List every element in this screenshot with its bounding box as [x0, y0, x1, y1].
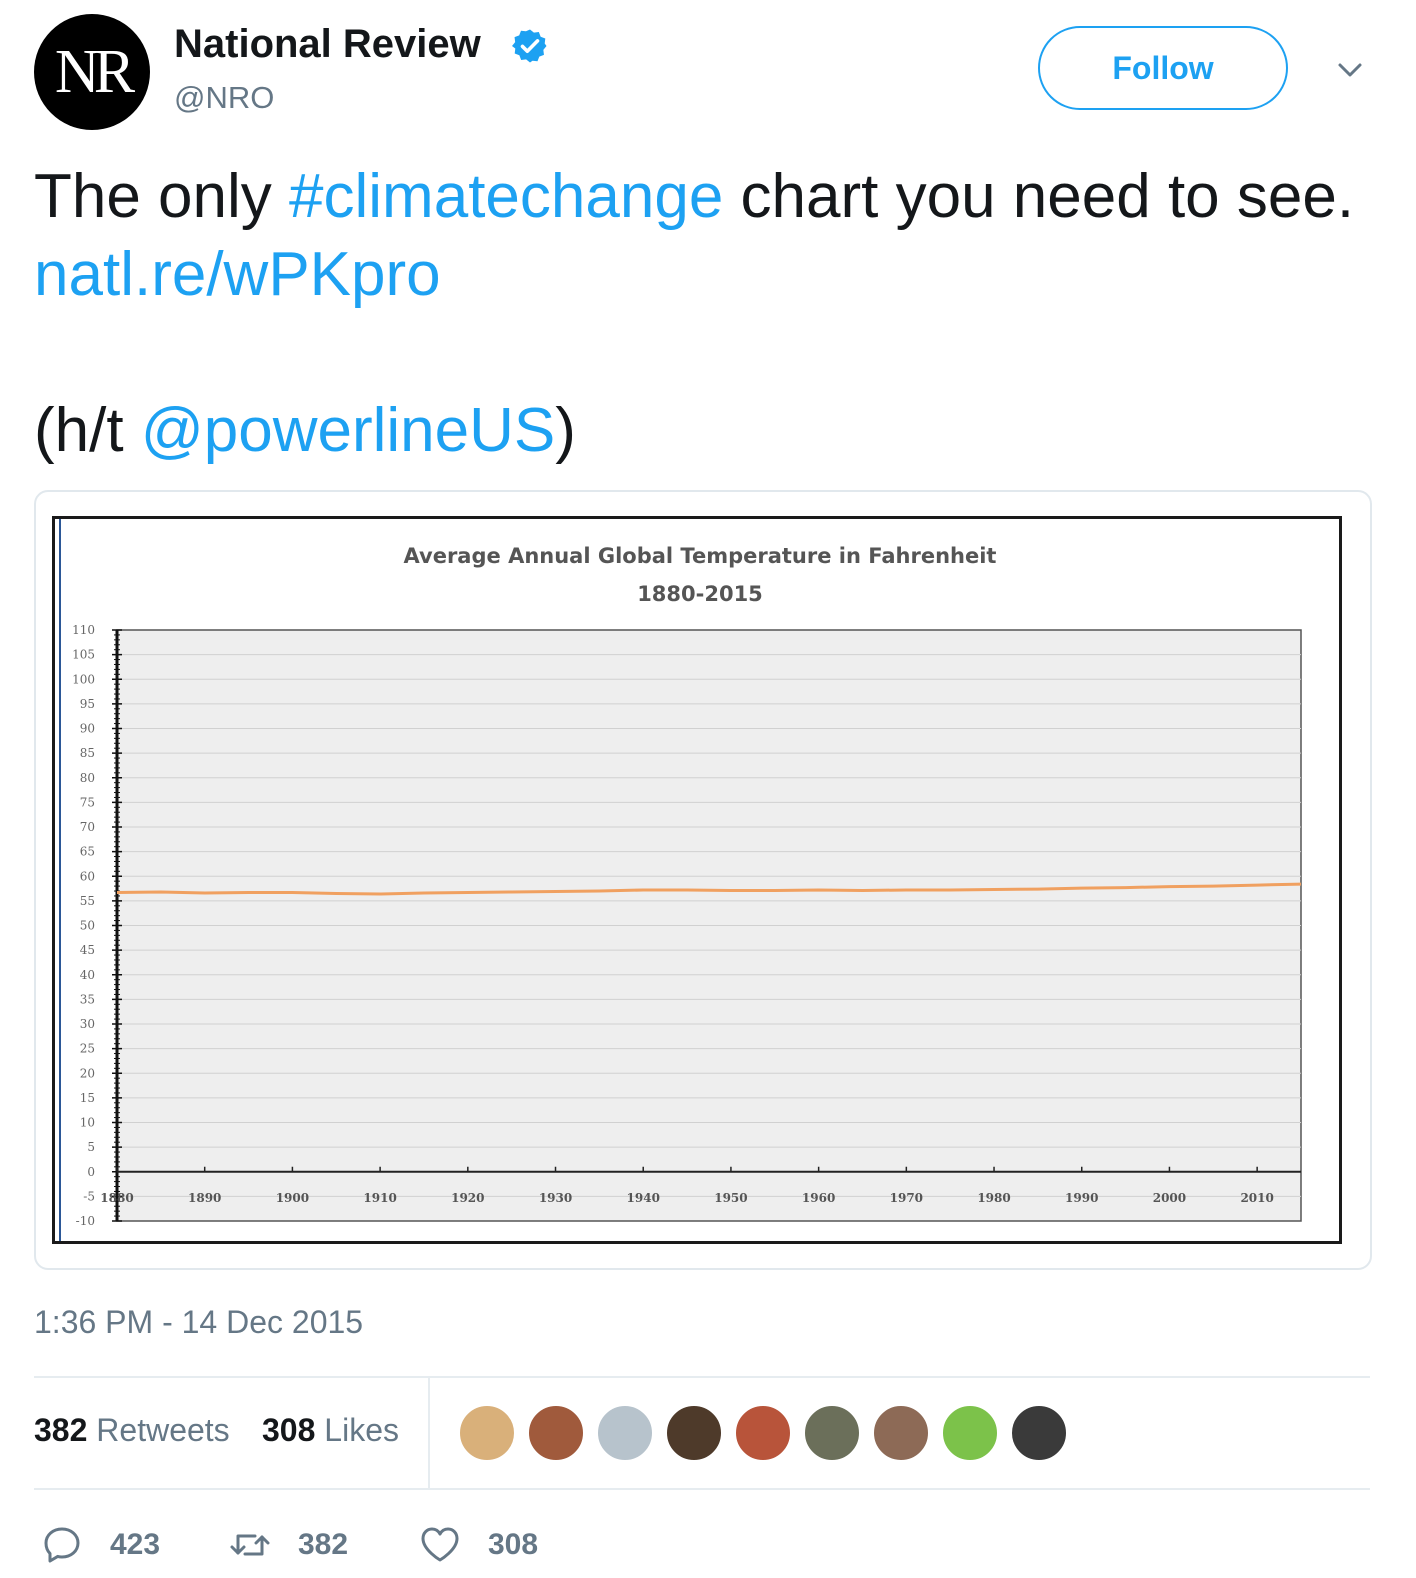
x-tick-label: 1920	[451, 1191, 484, 1205]
avatar-logo-text: NR	[54, 37, 135, 106]
x-tick-label: 1960	[802, 1191, 835, 1205]
y-tick-label: 35	[80, 992, 95, 1006]
divider	[428, 1378, 430, 1488]
retweets-stat[interactable]: 382 Retweets	[34, 1412, 230, 1449]
chart: Average Annual Global Temperature in Fah…	[72, 544, 1302, 1228]
y-tick-label: 50	[80, 919, 95, 933]
y-tick-label: 65	[80, 845, 95, 859]
tweet-text-part: chart you need to see.	[723, 162, 1355, 231]
liker-avatar-9[interactable]	[1010, 1404, 1068, 1462]
x-tick-label: 1940	[627, 1191, 660, 1205]
liker-avatar-2[interactable]	[527, 1404, 585, 1462]
liker-avatar-5[interactable]	[734, 1404, 792, 1462]
likes-stat[interactable]: 308 Likes	[262, 1412, 399, 1449]
y-tick-label: 30	[80, 1017, 95, 1031]
retweet-count: 382	[298, 1528, 349, 1561]
retweet-button[interactable]: 382	[228, 1522, 348, 1568]
chevron-down-icon[interactable]	[1334, 54, 1366, 86]
liker-avatar-6[interactable]	[803, 1404, 861, 1462]
y-tick-label: 95	[80, 697, 95, 711]
y-tick-label: 40	[80, 968, 95, 982]
x-tick-label: 1890	[188, 1191, 221, 1205]
user-handle[interactable]: @NRO	[174, 80, 274, 116]
retweets-count: 382	[34, 1412, 88, 1448]
likes-label: Likes	[324, 1412, 399, 1448]
like-button[interactable]: 308	[418, 1522, 538, 1568]
y-tick-label: 90	[80, 722, 95, 736]
y-tick-label: 110	[72, 623, 95, 637]
liker-avatar-3[interactable]	[596, 1404, 654, 1462]
x-tick-label: 1950	[714, 1191, 747, 1205]
liker-avatar-1[interactable]	[458, 1404, 516, 1462]
y-tick-label: 45	[80, 943, 95, 957]
y-tick-label: 100	[72, 672, 95, 686]
chart-subtitle: 1880-2015	[637, 582, 763, 606]
tweet-text-part: )	[555, 396, 576, 465]
y-tick-label: 75	[80, 795, 95, 809]
x-tick-label: 1880	[100, 1191, 133, 1205]
divider	[34, 1376, 1370, 1378]
y-tick-label: 105	[72, 648, 95, 662]
y-tick-label: 70	[80, 820, 95, 834]
reply-count: 423	[110, 1528, 161, 1561]
liker-avatar-4[interactable]	[665, 1404, 723, 1462]
likes-count: 308	[262, 1412, 316, 1448]
x-tick-label: 1900	[276, 1191, 309, 1205]
y-tick-label: 25	[80, 1042, 95, 1056]
verified-badge-icon	[512, 29, 547, 63]
retweet-icon	[230, 1534, 270, 1556]
x-tick-label: 1910	[363, 1191, 396, 1205]
avatar[interactable]: NR	[34, 14, 150, 130]
reply-button[interactable]: 423	[40, 1522, 160, 1568]
url-link[interactable]: natl.re/wPKpro	[34, 240, 441, 309]
y-tick-label: -5	[83, 1189, 95, 1203]
y-tick-label: 55	[80, 894, 95, 908]
y-tick-label: 5	[87, 1140, 95, 1154]
y-tick-label: 15	[80, 1091, 95, 1105]
mention-link[interactable]: @powerlineUS	[141, 396, 555, 465]
tweet-text-part: (h/t	[34, 396, 141, 465]
x-tick-label: 1970	[890, 1191, 923, 1205]
y-tick-label: 10	[80, 1116, 95, 1130]
follow-button[interactable]: Follow	[1038, 26, 1288, 110]
x-tick-label: 1930	[539, 1191, 572, 1205]
tweet-text-part: The only	[34, 162, 290, 231]
y-tick-label: 0	[87, 1165, 95, 1179]
retweets-label: Retweets	[96, 1412, 230, 1448]
x-tick-label: 1990	[1065, 1191, 1098, 1205]
tweet-text: The only #climatechange chart you need t…	[34, 158, 1374, 470]
y-tick-label: -10	[76, 1214, 95, 1228]
heart-icon	[421, 1527, 459, 1562]
x-tick-label: 1980	[977, 1191, 1010, 1205]
reply-icon	[44, 1527, 80, 1563]
tweet-timestamp[interactable]: 1:36 PM - 14 Dec 2015	[34, 1304, 363, 1341]
like-count: 308	[488, 1528, 539, 1561]
liker-avatar-8[interactable]	[941, 1404, 999, 1462]
y-tick-label: 80	[80, 771, 95, 785]
liker-avatar-7[interactable]	[872, 1404, 930, 1462]
chart-title: Average Annual Global Temperature in Fah…	[404, 544, 997, 568]
y-tick-label: 20	[80, 1066, 95, 1080]
x-tick-label: 2010	[1240, 1191, 1273, 1205]
x-tick-label: 2000	[1153, 1191, 1186, 1205]
display-name[interactable]: National Review	[174, 22, 481, 67]
y-tick-label: 60	[80, 869, 95, 883]
divider	[34, 1488, 1370, 1490]
hashtag-link[interactable]: #climatechange	[289, 162, 723, 231]
y-tick-label: 85	[80, 746, 95, 760]
chart-image[interactable]: Average Annual Global Temperature in Fah…	[52, 516, 1342, 1244]
